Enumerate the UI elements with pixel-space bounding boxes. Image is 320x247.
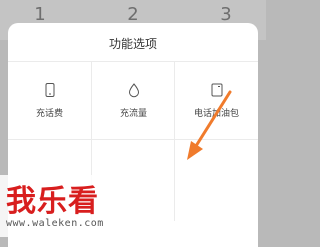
divider [8, 139, 258, 140]
option-recharge-credit[interactable]: 充话费 [8, 62, 91, 139]
sheet-title: 功能选项 [108, 37, 157, 51]
phone-icon [45, 83, 54, 97]
option-recharge-data[interactable]: 充流量 [92, 62, 175, 139]
water-drop-icon [128, 83, 139, 98]
dialpad-key-2[interactable]: 2 [103, 4, 163, 25]
option-label: 电话加油包 [193, 109, 239, 119]
option-call-package[interactable]: 电话加油包 [175, 62, 258, 139]
dialpad-key-1[interactable]: 1 [10, 4, 70, 25]
document-icon [211, 83, 222, 97]
watermark-url: www.waleken.com [6, 218, 104, 229]
dialpad-key-3[interactable]: 3 [196, 4, 256, 25]
option-label: 充流量 [119, 109, 147, 119]
watermark-logo: 我乐看 [6, 184, 99, 219]
option-label: 充话费 [35, 109, 63, 119]
